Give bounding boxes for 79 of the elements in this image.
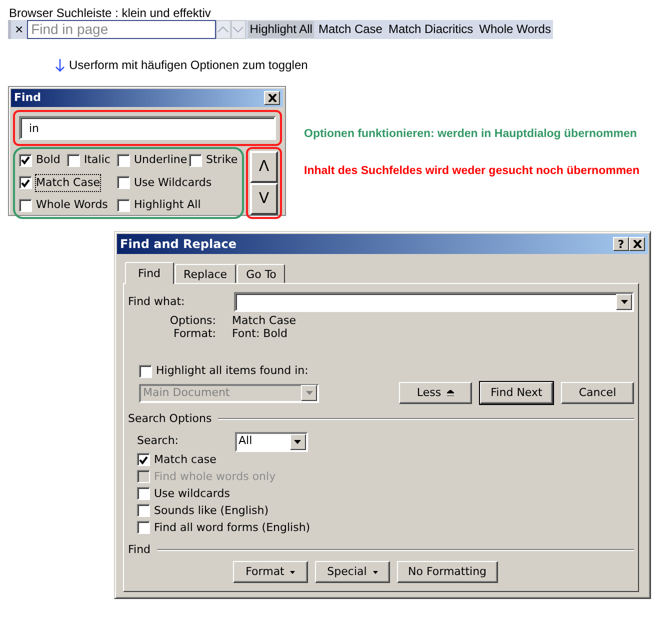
caption: Browser Suchleiste : klein und effektiv [9, 6, 212, 20]
checkbox[interactable] [117, 154, 130, 167]
tab[interactable]: Find [125, 262, 174, 284]
close-button[interactable] [629, 237, 645, 251]
dialog-button[interactable]: Format [233, 561, 308, 583]
section-heading: Search Options [128, 411, 212, 427]
caret-icon [290, 570, 296, 574]
chevron-down-icon [232, 26, 244, 33]
search-field[interactable]: Find in page [27, 20, 216, 39]
info-label: Options: [168, 314, 216, 327]
close-icon [632, 240, 642, 248]
dialog-button[interactable]: Special [315, 561, 390, 583]
option-toggle[interactable]: Highlight All [248, 21, 314, 38]
option-toggle[interactable]: Match Diacritics [386, 21, 476, 38]
dialog-button[interactable]: Less [399, 382, 472, 404]
checkbox-label[interactable]: Sounds like (English) [154, 504, 269, 518]
checkbox[interactable] [189, 154, 202, 167]
checkbox[interactable] [67, 154, 80, 167]
option-toggle[interactable]: Match Case [316, 21, 384, 38]
dialog-button[interactable]: Cancel [561, 382, 634, 404]
next-button[interactable]: V [250, 182, 278, 214]
dialog-button[interactable]: Find Next [480, 382, 553, 404]
info-value: Match Case [232, 314, 297, 327]
checkbox-label[interactable]: Whole Words [36, 197, 108, 214]
checkbox-label[interactable]: Underline [134, 152, 188, 168]
caret-icon [372, 570, 378, 574]
note-text: Userform mit häufigen Optionen zum togglen [69, 57, 308, 74]
checkbox[interactable] [137, 487, 150, 500]
dropdown-value: Main Document [143, 384, 230, 401]
checkbox[interactable] [117, 198, 130, 212]
check-icon [20, 178, 31, 188]
checkbox[interactable] [19, 198, 32, 212]
checkbox-label[interactable]: Bold [36, 152, 60, 168]
search-dropdown[interactable]: All [234, 432, 308, 452]
window-title: Find and Replace [120, 236, 236, 253]
section-heading: Find [128, 542, 151, 558]
close-icon [268, 94, 276, 102]
field-label: Search: [137, 433, 178, 450]
find-what-field[interactable] [234, 292, 634, 312]
checkbox-label[interactable]: Use Wildcards [134, 174, 212, 191]
checkbox-label[interactable]: Find all word forms (English) [154, 520, 310, 534]
check-icon [20, 155, 31, 166]
checkbox[interactable] [137, 521, 150, 534]
annotation-text: Inhalt des Suchfeldes wird weder gesucht noch übernommen [304, 164, 640, 180]
info-label: Format: [172, 327, 216, 340]
field-label: Find what: [128, 294, 185, 310]
chevron-up-icon [217, 26, 230, 33]
collapse-icon [447, 390, 454, 396]
checkbox[interactable] [19, 176, 32, 190]
checkbox-label[interactable]: Italic [84, 152, 110, 168]
dropdown-icon [620, 300, 628, 304]
close-button[interactable]: × [11, 20, 28, 39]
tab[interactable]: Replace [174, 264, 236, 283]
dropdown-value: All [238, 433, 252, 450]
checkbox-label[interactable]: Strike [206, 152, 238, 168]
option-toggle[interactable]: Whole Words [477, 21, 553, 38]
annotation-text: Optionen funktionieren: werden in Hauptdialog übernommen [304, 127, 638, 142]
check-icon [138, 454, 149, 464]
checkbox[interactable] [137, 504, 150, 517]
checkbox[interactable] [117, 176, 130, 190]
window-title: Find [14, 90, 41, 106]
help-button[interactable]: ? [613, 237, 629, 251]
dialog-button[interactable]: No Formatting [397, 561, 498, 583]
checkbox-label[interactable]: Match case [154, 452, 216, 466]
dropdown-icon [306, 391, 312, 395]
info-value: Font: Bold [232, 327, 288, 340]
dropdown-icon [294, 440, 301, 444]
previous-button[interactable]: Λ [250, 151, 278, 183]
checkbox-label[interactable]: Use wildcards [154, 486, 230, 500]
checkbox[interactable] [139, 364, 152, 378]
tab[interactable]: Go To [237, 264, 286, 283]
checkbox[interactable] [19, 154, 32, 167]
checkbox-label[interactable]: Highlight all items found in: [156, 364, 308, 378]
arrow-down-icon [55, 58, 65, 72]
search-field[interactable]: in [19, 116, 276, 140]
checkbox-label[interactable]: Highlight All [134, 197, 201, 214]
close-button[interactable] [264, 91, 280, 105]
checkbox-label[interactable]: Match Case [36, 174, 100, 191]
checkbox[interactable] [137, 453, 150, 466]
